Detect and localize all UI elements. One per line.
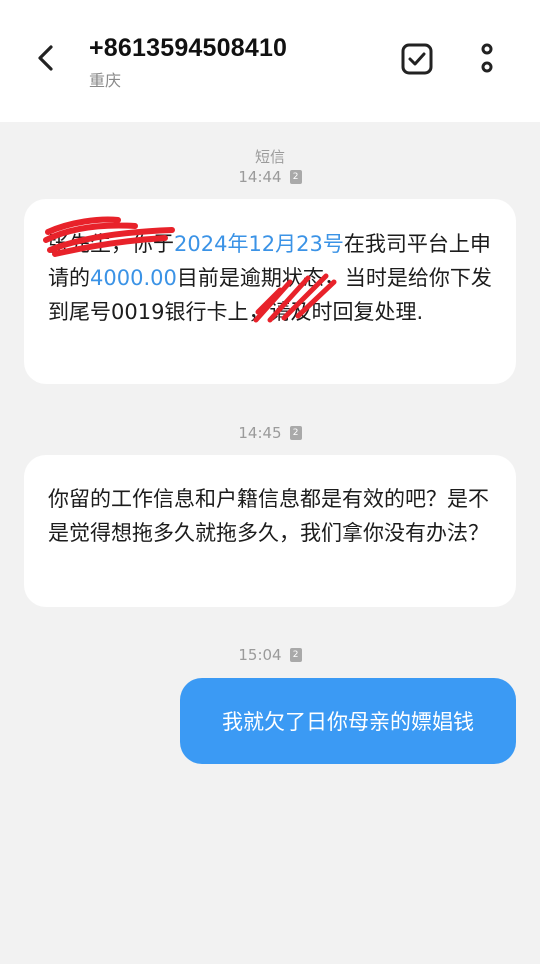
timestamp-text: 14:45 bbox=[238, 424, 282, 442]
incoming-message-bubble[interactable]: 你留的工作信息和户籍信息都是有效的吧？是不是觉得想拖多久就拖多久，我们拿你没有办… bbox=[24, 455, 516, 607]
app-header: +8613594508410 重庆 bbox=[0, 0, 540, 122]
message-text: 我就欠了日你母亲的嫖娼钱 bbox=[222, 710, 474, 734]
channel-label: 短信 bbox=[254, 148, 285, 166]
select-button[interactable] bbox=[400, 42, 434, 76]
checkbox-icon bbox=[401, 43, 433, 75]
sim-card-icon: 2 bbox=[289, 648, 302, 662]
timestamp-text: 15:04 bbox=[238, 646, 282, 664]
timestamp-text: 14:44 bbox=[238, 168, 282, 186]
outgoing-message-bubble[interactable]: 我就欠了日你母亲的嫖娼钱 bbox=[180, 678, 516, 764]
message-timestamp: 14:44 2 bbox=[0, 168, 540, 186]
back-arrow-icon bbox=[38, 45, 53, 71]
more-vertical-icon bbox=[481, 43, 493, 73]
sim-card-icon: 2 bbox=[289, 170, 302, 184]
message-text: 你留的工作信息和户籍信息都是有效的吧？是不是觉得想拖多久就拖多久，我们拿你没有办… bbox=[48, 487, 489, 545]
contact-number: +8613594508410 bbox=[89, 34, 288, 62]
message-timestamp: 14:45 2 bbox=[0, 424, 540, 442]
back-button[interactable] bbox=[28, 40, 64, 76]
sim-card-icon: 2 bbox=[289, 426, 302, 440]
message-timestamp: 15:04 2 bbox=[0, 646, 540, 664]
contact-info: +8613594508410 重庆 bbox=[89, 34, 287, 91]
date-link[interactable]: 2024年12月23号 bbox=[174, 232, 344, 256]
contact-location: 重庆 bbox=[89, 71, 122, 90]
message-text: 张先生，你于 bbox=[48, 232, 174, 256]
more-options-button[interactable] bbox=[470, 42, 504, 76]
incoming-message-bubble[interactable]: 张先生，你于2024年12月23号在我司平台上申请的4000.00目前是逾期状态… bbox=[24, 199, 516, 384]
amount-link[interactable]: 4000.00 bbox=[90, 266, 177, 290]
